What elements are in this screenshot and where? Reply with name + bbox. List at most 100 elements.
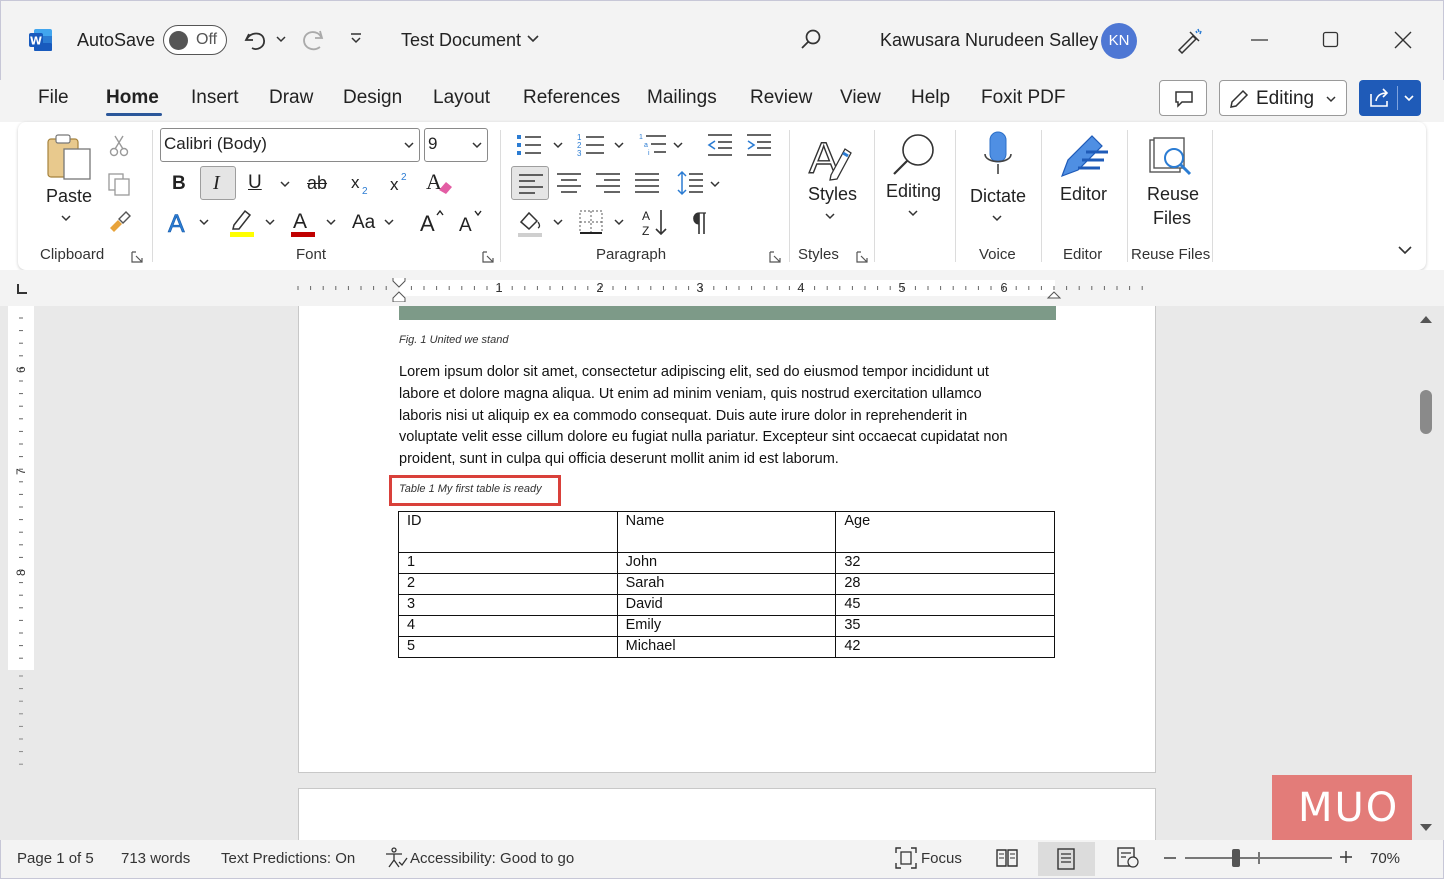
scroll-down-arrow-icon[interactable] [1418,822,1434,834]
print-layout-button[interactable] [1038,842,1095,876]
tab-home[interactable]: Home [106,87,159,109]
tab-view[interactable]: View [840,87,881,109]
styles-icon[interactable]: A [807,131,855,181]
editor-pen-icon[interactable] [1058,130,1110,180]
scroll-up-arrow-icon[interactable] [1418,313,1434,325]
numbering-chevron-down-icon[interactable] [613,141,625,150]
highlight-chevron-down-icon[interactable] [264,218,276,227]
vertical-ruler[interactable]: 6 7 8 [8,306,34,670]
editor-label[interactable]: Editor [1060,184,1107,205]
autosave-toggle[interactable]: Off [163,25,227,55]
copy-icon[interactable] [106,171,132,197]
minimize-icon[interactable] [1251,38,1269,42]
borders-icon[interactable] [578,209,604,235]
text-effects-icon[interactable]: A [167,208,193,236]
change-case-button[interactable]: Aa [352,212,375,234]
clipboard-launcher-icon[interactable] [131,251,143,263]
align-center-icon[interactable] [556,171,582,195]
bold-button[interactable]: B [172,173,186,195]
designer-wand-icon[interactable] [1175,26,1205,54]
zoom-level[interactable]: 70% [1370,850,1400,867]
undo-icon[interactable] [243,26,269,54]
styles-chevron-down-icon[interactable] [824,212,836,221]
data-table[interactable]: ID Name Age 1 John 32 2 Sarah 28 3 David… [398,511,1055,658]
tab-mailings[interactable]: Mailings [647,87,717,109]
table-cell[interactable]: 3 [398,594,618,616]
tab-references[interactable]: References [523,87,620,109]
tab-design[interactable]: Design [343,87,402,109]
shading-chevron-down-icon[interactable] [552,218,564,227]
table-header-cell[interactable]: ID [398,511,618,553]
title-chevron-down-icon[interactable] [526,34,540,44]
ribbon-collapse-chevron-icon[interactable] [1397,245,1413,255]
strikethrough-button[interactable]: ab [307,173,327,194]
font-color-icon[interactable]: A [289,207,317,237]
reuse-label-1[interactable]: Reuse [1147,184,1199,205]
line-spacing-icon[interactable] [676,169,704,197]
sort-icon[interactable]: AZ [641,207,671,237]
subscript-icon[interactable]: x2 [350,172,372,196]
table-cell[interactable]: 1 [398,552,618,574]
show-formatting-marks-icon[interactable] [689,210,709,236]
user-name[interactable]: Kawusara Nurudeen Salley [880,30,1098,51]
numbering-icon[interactable]: 123 [576,131,606,159]
table-caption[interactable]: Table 1 My first table is ready [399,483,542,495]
borders-chevron-down-icon[interactable] [613,218,625,227]
shrink-font-icon[interactable]: A [458,207,486,235]
styles-launcher-icon[interactable] [856,251,868,263]
comments-button[interactable] [1159,80,1207,116]
focus-mode-icon[interactable] [895,847,917,869]
avatar[interactable]: KN [1101,23,1137,59]
word-count[interactable]: 713 words [121,850,190,867]
maximize-icon[interactable] [1322,31,1340,49]
text-effects-chevron-down-icon[interactable] [198,218,210,227]
figure-image[interactable] [399,306,1056,320]
tab-draw[interactable]: Draw [269,87,313,109]
increase-indent-icon[interactable] [745,131,773,159]
change-case-chevron-down-icon[interactable] [383,218,395,227]
clear-formatting-icon[interactable]: A [425,168,455,198]
table-cell[interactable]: Michael [616,636,837,658]
bullets-icon[interactable] [515,131,543,159]
font-name-combo[interactable]: Calibri (Body) [160,128,420,162]
editing-mode-button[interactable]: Editing [1219,80,1347,116]
multilevel-chevron-down-icon[interactable] [672,141,684,150]
align-left-button[interactable] [511,166,549,200]
redo-icon[interactable] [300,26,328,54]
dictate-label[interactable]: Dictate [970,186,1026,207]
table-cell[interactable]: Sarah [616,573,837,595]
styles-label[interactable]: Styles [808,184,857,205]
font-color-chevron-down-icon[interactable] [325,218,337,227]
table-cell[interactable]: 32 [835,552,1055,574]
cut-icon[interactable] [108,134,130,158]
document-title[interactable]: Test Document [401,30,521,51]
focus-label[interactable]: Focus [921,850,962,867]
table-cell[interactable]: 5 [398,636,618,658]
table-cell[interactable]: 2 [398,573,618,595]
format-painter-icon[interactable] [106,208,132,234]
editing-group-chevron-down-icon[interactable] [907,209,919,218]
bullets-chevron-down-icon[interactable] [552,141,564,150]
italic-button[interactable]: I [200,166,236,200]
multilevel-list-icon[interactable]: 1ai [638,131,668,159]
paste-label[interactable]: Paste [46,186,92,207]
paste-icon[interactable] [44,133,94,183]
tab-foxit-pdf[interactable]: Foxit PDF [981,87,1065,109]
vertical-scrollbar-thumb[interactable] [1420,390,1432,434]
microphone-icon[interactable] [981,130,1015,180]
search-icon[interactable] [799,28,823,52]
superscript-icon[interactable]: x2 [389,170,411,194]
zoom-out-icon[interactable] [1163,856,1177,860]
grow-font-icon[interactable]: A [419,207,447,235]
undo-dropdown-chevron-icon[interactable] [275,34,287,44]
dictate-chevron-down-icon[interactable] [991,214,1003,223]
align-right-icon[interactable] [595,171,621,195]
table-header-cell[interactable]: Age [835,511,1055,553]
reuse-files-icon[interactable] [1148,136,1194,180]
line-spacing-chevron-down-icon[interactable] [709,180,721,189]
share-button[interactable] [1359,80,1421,116]
table-cell[interactable]: 28 [835,573,1055,595]
zoom-in-icon[interactable] [1339,850,1353,864]
table-cell[interactable]: 45 [835,594,1055,616]
tab-review[interactable]: Review [750,87,812,109]
